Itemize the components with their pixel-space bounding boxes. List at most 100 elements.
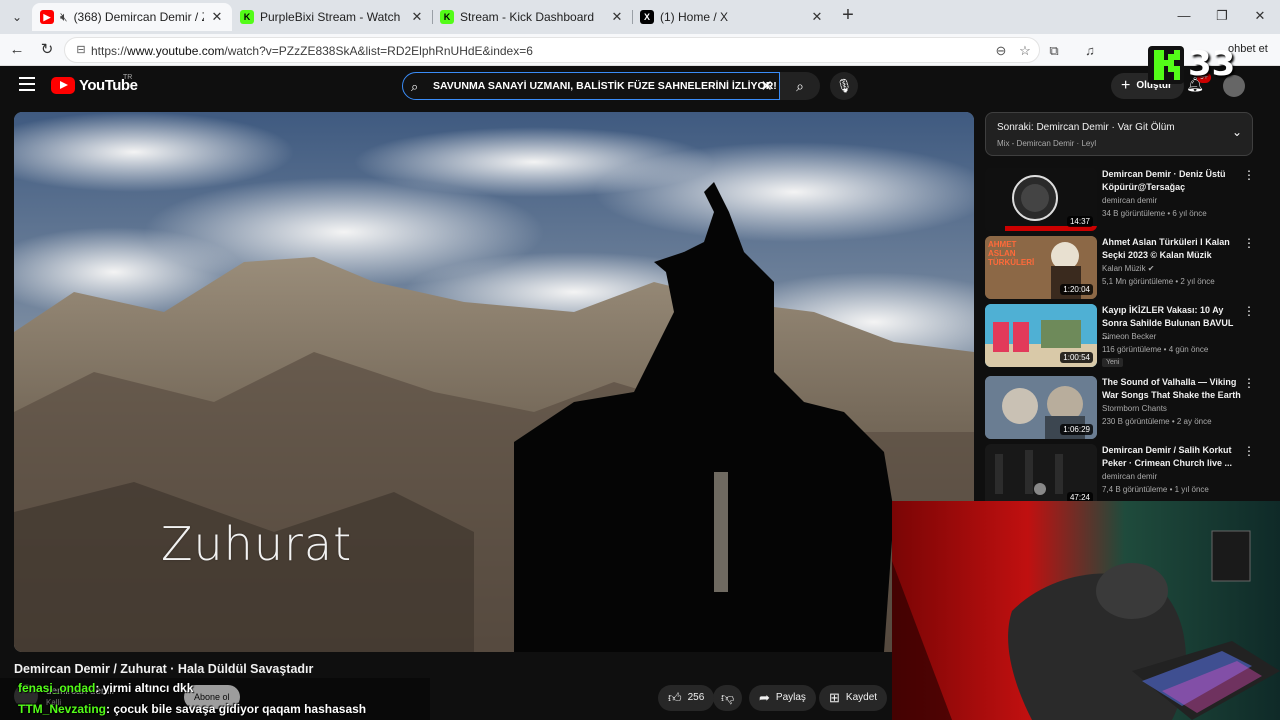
- video-overlay-title: Zuhurat: [161, 517, 353, 571]
- tab-title: (1) Home / X: [660, 10, 729, 24]
- more-options-icon[interactable]: ⋮: [1243, 168, 1255, 182]
- like-count: 256: [687, 692, 705, 703]
- more-options-icon[interactable]: ⋮: [1243, 304, 1255, 318]
- new-badge: Yeni: [1102, 358, 1124, 367]
- tab-title: PurpleBixi Stream - Watch Live on: [260, 10, 404, 24]
- x-favicon-icon: X: [640, 10, 654, 24]
- close-tab-icon[interactable]: ✕: [410, 9, 424, 25]
- tab-title: Stream - Kick Dashboard: [460, 10, 595, 24]
- country-code: TR: [123, 74, 133, 81]
- hamburger-menu-icon[interactable]: [19, 77, 35, 91]
- browser-tab-bar: ⌄ ▶ 🔇︎ (368) Demircan Demir / Zuhu ✕ K P…: [0, 0, 1280, 34]
- search-input[interactable]: ⌕ SAVUNMA SANAYİ UZMANI, BALİSTİK FÜZE S…: [402, 72, 780, 100]
- close-tab-icon[interactable]: ✕: [810, 9, 824, 25]
- new-tab-icon[interactable]: +: [838, 5, 858, 26]
- video-title[interactable]: Demircan Demir / Salih Korkut Peker · Cr…: [1102, 444, 1242, 470]
- tab-purplebixi[interactable]: K PurpleBixi Stream - Watch Live on ✕: [232, 3, 432, 31]
- webcam-overlay: [892, 501, 1280, 720]
- maximize-icon[interactable]: ❐: [1214, 8, 1230, 24]
- zoom-icon[interactable]: ⊖: [993, 43, 1009, 59]
- video-title[interactable]: Ahmet Aslan Türküleri I Kalan Seçki 2023…: [1102, 236, 1242, 262]
- thumbs-down-icon: 👎︎: [721, 690, 735, 705]
- video-player[interactable]: Zuhurat: [14, 112, 974, 652]
- up-next-subtitle: Mix - Demircan Demir · Leyl: [997, 139, 1097, 148]
- kick-favicon-icon: K: [440, 10, 454, 24]
- search-icon: ⌕: [411, 79, 419, 94]
- channel-name[interactable]: demircan demir: [1102, 196, 1157, 205]
- close-tab-icon[interactable]: ✕: [210, 9, 224, 25]
- video-meta: 230 B görüntüleme • 2 ay önce: [1102, 417, 1212, 426]
- dislike-button[interactable]: 👎︎: [713, 685, 743, 711]
- video-title[interactable]: Demircan Demir · Deniz Üstü Köpürür@Ters…: [1102, 168, 1242, 194]
- up-next-panel[interactable]: Sonraki: Demircan Demir · Var Git Ölüm M…: [985, 112, 1253, 156]
- more-options-icon[interactable]: ⋮: [1243, 236, 1255, 250]
- media-control-icon[interactable]: ♫: [1082, 43, 1098, 59]
- tab-title: (368) Demircan Demir / Zuhu: [73, 10, 204, 24]
- list-item[interactable]: AHMET ASLAN TÜRKÜLERİ 1:20:04 Ahmet Asla…: [985, 236, 1255, 302]
- thumbs-up-icon: 👍︎: [668, 690, 682, 705]
- youtube-logo[interactable]: YouTube TR: [51, 74, 138, 94]
- clear-search-icon[interactable]: ✕: [760, 77, 773, 95]
- video-duration: 1:00:54: [1060, 352, 1093, 363]
- tab-youtube[interactable]: ▶ 🔇︎ (368) Demircan Demir / Zuhu ✕: [32, 3, 232, 31]
- video-duration: 1:06:29: [1060, 424, 1093, 435]
- tab-search-chevron-icon[interactable]: ⌄: [6, 6, 28, 28]
- save-button[interactable]: ⊞ Kaydet: [819, 685, 888, 711]
- video-title: Demircan Demir / Zuhurat · Hala Düldül S…: [14, 662, 314, 676]
- video-duration: 1:20:04: [1060, 284, 1093, 295]
- share-arrow-icon: ➦: [759, 690, 770, 705]
- youtube-favicon-icon: ▶: [40, 10, 54, 24]
- up-next-title: Sonraki: Demircan Demir · Var Git Ölüm: [997, 122, 1175, 133]
- chat-username: TTM_Nevzating: [18, 702, 107, 716]
- share-button[interactable]: ➦ Paylaş: [749, 685, 816, 711]
- tab-x-home[interactable]: X (1) Home / X ✕: [632, 3, 832, 31]
- url-text: https://www.youtube.com/watch?v=PZzZE838…: [91, 44, 533, 58]
- back-arrow-icon[interactable]: ←: [7, 40, 27, 60]
- chat-text: : çocuk bile savaşa gidiyor qaqam hashas…: [106, 702, 367, 716]
- list-item[interactable]: 14:37 Demircan Demir · Deniz Üstü Köpürü…: [985, 168, 1255, 234]
- video-thumbnail[interactable]: 1:00:54: [985, 304, 1097, 367]
- channel-name[interactable]: demircan demir: [1102, 472, 1157, 481]
- video-title[interactable]: The Sound of Valhalla — Viking War Songs…: [1102, 376, 1242, 402]
- close-tab-icon[interactable]: ✕: [610, 9, 624, 25]
- webcam-feed: [892, 501, 1280, 720]
- chat-username: fenasi_ondad: [18, 681, 96, 695]
- list-item[interactable]: 1:00:54 Kayıp İKİZLER Vakası: 10 Ay Sonr…: [985, 304, 1255, 370]
- muted-speaker-icon[interactable]: 🔇︎: [60, 10, 68, 25]
- channel-name[interactable]: Kalan Müzik ✔: [1102, 264, 1155, 273]
- like-button[interactable]: 👍︎ 256: [658, 685, 715, 711]
- window-close-icon[interactable]: ✕: [1252, 8, 1268, 24]
- site-info-icon[interactable]: ⊟: [73, 42, 89, 58]
- more-options-icon[interactable]: ⋮: [1243, 444, 1255, 458]
- kick-favicon-icon: K: [240, 10, 254, 24]
- minimize-icon[interactable]: —: [1176, 8, 1192, 23]
- bookmark-star-icon[interactable]: ☆: [1017, 43, 1033, 59]
- share-label: Paylaş: [775, 692, 806, 703]
- video-meta: 5,1 Mn görüntüleme • 2 yıl önce: [1102, 277, 1215, 286]
- extensions-icon[interactable]: ⧉: [1046, 43, 1062, 59]
- video-thumbnail[interactable]: AHMET ASLAN TÜRKÜLERİ 1:20:04: [985, 236, 1097, 299]
- video-thumbnail[interactable]: 1:06:29: [985, 376, 1097, 439]
- search-button[interactable]: ⌕: [780, 72, 820, 100]
- more-options-icon[interactable]: ⋮: [1243, 376, 1255, 390]
- save-playlist-icon: ⊞: [829, 690, 840, 705]
- video-thumbnail[interactable]: 47:24: [985, 444, 1097, 507]
- chat-message: TTM_Nevzating: çocuk bile savaşa gidiyor…: [18, 702, 366, 716]
- video-thumbnail[interactable]: 14:37: [985, 168, 1097, 231]
- voice-search-mic-icon[interactable]: 🎙︎: [830, 72, 858, 100]
- video-duration: 14:37: [1066, 216, 1093, 227]
- reload-icon[interactable]: ↻: [37, 40, 57, 60]
- video-meta: 7,4 B görüntüleme • 1 yıl önce: [1102, 485, 1209, 494]
- channel-name[interactable]: Simeon Becker: [1102, 332, 1156, 341]
- list-item[interactable]: 1:06:29 The Sound of Valhalla — Viking W…: [985, 376, 1255, 442]
- video-meta: 116 görüntüleme • 4 gün önce: [1102, 345, 1209, 354]
- plus-icon: +: [1121, 77, 1131, 94]
- channel-name[interactable]: Stormborn Chants: [1102, 404, 1167, 413]
- thumbnail-text: AHMET ASLAN TÜRKÜLERİ: [988, 240, 1035, 267]
- chat-overlay: fenasi_ondad: yirmi altıncı dkk TTM_Nevz…: [0, 678, 430, 720]
- chevron-down-icon[interactable]: ⌄: [1232, 125, 1242, 139]
- url-field[interactable]: ⊟ https://www.youtube.com/watch?v=PZzZE8…: [64, 37, 1040, 63]
- kick-badge-number: 33: [1188, 44, 1236, 84]
- tab-kick-dashboard[interactable]: K Stream - Kick Dashboard ✕: [432, 3, 632, 31]
- search-icon: ⌕: [796, 78, 804, 94]
